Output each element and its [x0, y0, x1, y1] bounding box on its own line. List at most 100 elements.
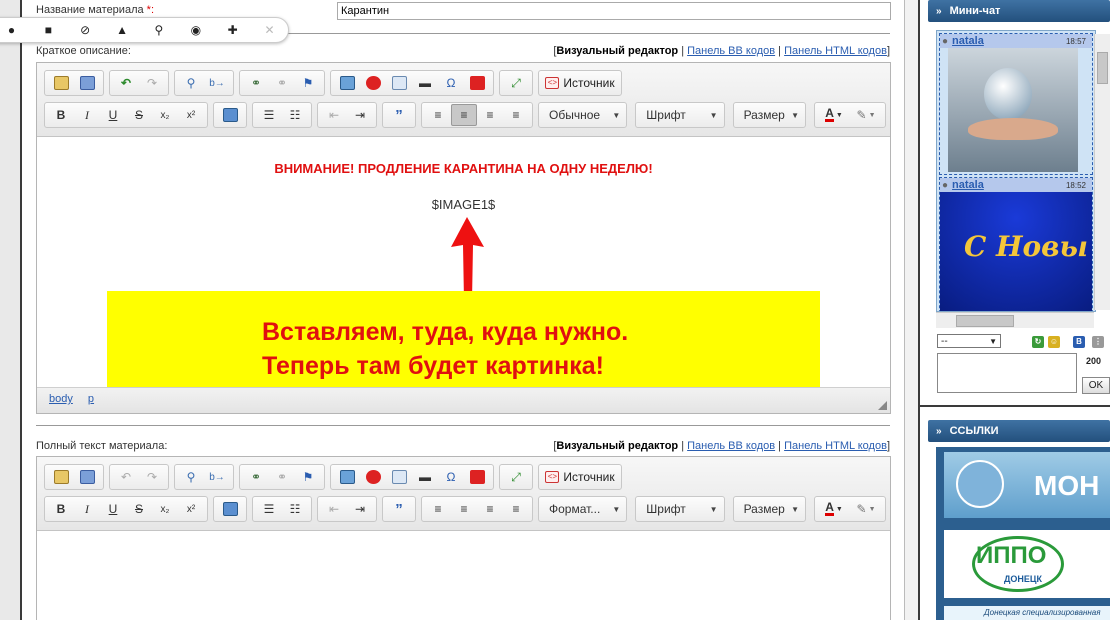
- format-select[interactable]: Формат... ▼: [538, 496, 628, 522]
- indent-icon[interactable]: ⇥: [347, 104, 373, 126]
- blockquote-icon[interactable]: ”: [386, 104, 412, 126]
- youtube-icon[interactable]: [464, 72, 490, 94]
- strike-button[interactable]: S: [126, 104, 152, 126]
- mode-visual[interactable]: Визуальный редактор: [556, 440, 678, 452]
- paste-word-icon[interactable]: [74, 466, 100, 488]
- chat-message-input[interactable]: [937, 353, 1077, 393]
- align-left-icon[interactable]: ≡: [425, 498, 451, 520]
- size-select[interactable]: Размер ▼: [732, 102, 806, 128]
- page-scrollbar[interactable]: [904, 0, 920, 620]
- superscript-button[interactable]: x²: [178, 104, 204, 126]
- italic-button[interactable]: I: [74, 498, 100, 520]
- spellcheck-icon[interactable]: [217, 104, 243, 126]
- editor-content[interactable]: ВНИМАНИЕ! ПРОДЛЕНИЕ КАРАНТИНА НА ОДНУ НЕ…: [37, 137, 890, 391]
- background-color-icon[interactable]: ✎ ▼: [850, 498, 882, 520]
- editor-content[interactable]: [37, 531, 890, 620]
- align-justify-icon[interactable]: ≡: [503, 498, 529, 520]
- block-icon[interactable]: ⊘: [67, 23, 104, 37]
- special-char-icon[interactable]: Ω: [438, 72, 464, 94]
- subscript-button[interactable]: x₂: [152, 498, 178, 520]
- subscript-button[interactable]: x₂: [152, 104, 178, 126]
- link-icon[interactable]: ⚭: [243, 72, 269, 94]
- ippo-banner-link[interactable]: ИППО ДОНЕЦК: [944, 530, 1110, 598]
- maximize-icon[interactable]: ⤢: [503, 72, 529, 94]
- special-char-icon[interactable]: Ω: [438, 466, 464, 488]
- chat-username[interactable]: natala: [952, 35, 984, 47]
- horizontal-rule-icon[interactable]: ▬: [412, 466, 438, 488]
- numbered-list-icon[interactable]: ☰: [256, 498, 282, 520]
- close-icon[interactable]: ✕: [251, 23, 288, 37]
- outdent-icon[interactable]: ⇤: [321, 498, 347, 520]
- chat-scrollbar-horizontal[interactable]: [936, 312, 1094, 328]
- chat-ok-button[interactable]: OK: [1082, 377, 1110, 394]
- align-left-icon[interactable]: ≡: [425, 104, 451, 126]
- size-select[interactable]: Размер ▼: [732, 496, 806, 522]
- youtube-icon[interactable]: [464, 466, 490, 488]
- format-select[interactable]: Обычное ▼: [538, 102, 628, 128]
- school-banner-link[interactable]: Донецкая специализированная: [944, 606, 1110, 620]
- font-select[interactable]: Шрифт ▼: [635, 496, 725, 522]
- undo-icon[interactable]: ↶: [113, 466, 139, 488]
- align-center-icon[interactable]: ≡: [451, 104, 477, 126]
- text-color-icon[interactable]: A ▼: [818, 104, 850, 126]
- numbered-list-icon[interactable]: ☰: [256, 104, 282, 126]
- table-icon[interactable]: [386, 72, 412, 94]
- bold-button[interactable]: B: [48, 104, 74, 126]
- chat-scrollbar-vertical[interactable]: [1094, 34, 1110, 310]
- bulleted-list-icon[interactable]: ☷: [282, 498, 308, 520]
- title-input[interactable]: [337, 2, 891, 20]
- mode-bb[interactable]: Панель BB кодов: [687, 45, 775, 57]
- path-p[interactable]: p: [88, 393, 94, 405]
- search-icon[interactable]: ⚲: [141, 23, 178, 37]
- spellcheck-icon[interactable]: [217, 498, 243, 520]
- undo-icon[interactable]: ↶: [113, 72, 139, 94]
- folder-icon[interactable]: ■: [30, 23, 67, 37]
- bbcode-icon[interactable]: B: [1073, 336, 1085, 348]
- underline-button[interactable]: U: [100, 104, 126, 126]
- text-color-icon[interactable]: A ▼: [818, 498, 850, 520]
- superscript-button[interactable]: x²: [178, 498, 204, 520]
- chat-smiley-select[interactable]: -- ▼: [937, 334, 1001, 348]
- align-center-icon[interactable]: ≡: [451, 498, 477, 520]
- eye-icon[interactable]: ◉: [177, 23, 214, 37]
- bell-icon[interactable]: ▲: [104, 23, 141, 37]
- unlink-icon[interactable]: ⚭: [269, 72, 295, 94]
- mode-html[interactable]: Панель HTML кодов: [784, 440, 887, 452]
- flash-icon[interactable]: [360, 72, 386, 94]
- replace-icon[interactable]: b→: [204, 466, 230, 488]
- redo-icon[interactable]: ↷: [139, 466, 165, 488]
- puzzle-icon[interactable]: ✚: [214, 23, 251, 37]
- smiley-icon[interactable]: ☺: [1048, 336, 1060, 348]
- font-select[interactable]: Шрифт ▼: [635, 102, 725, 128]
- paste-text-icon[interactable]: [48, 466, 74, 488]
- indent-icon[interactable]: ⇥: [347, 498, 373, 520]
- italic-button[interactable]: I: [74, 104, 100, 126]
- image-icon[interactable]: [334, 466, 360, 488]
- unlink-icon[interactable]: ⚭: [269, 466, 295, 488]
- source-button[interactable]: <> Источник: [538, 464, 622, 490]
- mon-banner-link[interactable]: МОН: [944, 452, 1110, 518]
- plus-icon[interactable]: ●: [0, 23, 30, 37]
- underline-button[interactable]: U: [100, 498, 126, 520]
- chat-username[interactable]: natala: [952, 179, 984, 191]
- redo-icon[interactable]: ↷: [139, 72, 165, 94]
- resize-handle-icon[interactable]: [878, 401, 887, 410]
- align-right-icon[interactable]: ≡: [477, 498, 503, 520]
- background-color-icon[interactable]: ✎ ▼: [850, 104, 882, 126]
- blockquote-icon[interactable]: ”: [386, 498, 412, 520]
- align-justify-icon[interactable]: ≡: [503, 104, 529, 126]
- replace-icon[interactable]: b→: [204, 72, 230, 94]
- refresh-icon[interactable]: ↻: [1032, 336, 1044, 348]
- anchor-flag-icon[interactable]: ⚑: [295, 72, 321, 94]
- more-icon[interactable]: ⋮: [1092, 336, 1104, 348]
- paste-text-icon[interactable]: [48, 72, 74, 94]
- mode-bb[interactable]: Панель BB кодов: [687, 440, 775, 452]
- find-icon[interactable]: ⚲: [178, 466, 204, 488]
- strike-button[interactable]: S: [126, 498, 152, 520]
- paste-word-icon[interactable]: [74, 72, 100, 94]
- image-icon[interactable]: [334, 72, 360, 94]
- maximize-icon[interactable]: ⤢: [503, 466, 529, 488]
- mode-html[interactable]: Панель HTML кодов: [784, 45, 887, 57]
- bold-button[interactable]: B: [48, 498, 74, 520]
- table-icon[interactable]: [386, 466, 412, 488]
